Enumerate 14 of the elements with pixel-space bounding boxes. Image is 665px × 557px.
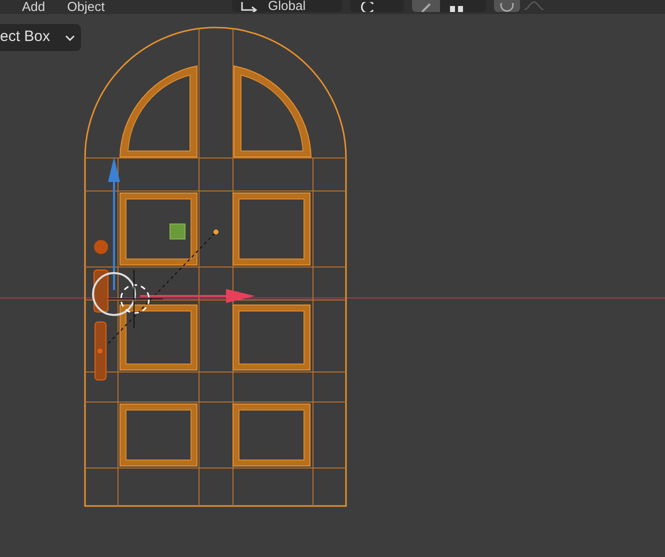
snap-target-icon [450, 4, 464, 12]
proportional-toggle[interactable] [494, 0, 520, 12]
pivot-dropdown[interactable] [350, 0, 404, 12]
object-marker [170, 224, 186, 240]
snap-toggle[interactable] [412, 0, 440, 12]
select-box-dropdown[interactable]: ect Box [0, 24, 81, 51]
snap-dropdown[interactable] [440, 0, 486, 12]
transform-icon [240, 2, 258, 12]
orientation-dropdown[interactable]: Global [232, 0, 342, 12]
menu-item[interactable]: Add [22, 0, 46, 14]
chevron-down-icon [65, 34, 75, 40]
proportional-icon [500, 3, 514, 12]
menu-item[interactable]: Object [67, 0, 105, 14]
pivot-icon [360, 2, 376, 12]
